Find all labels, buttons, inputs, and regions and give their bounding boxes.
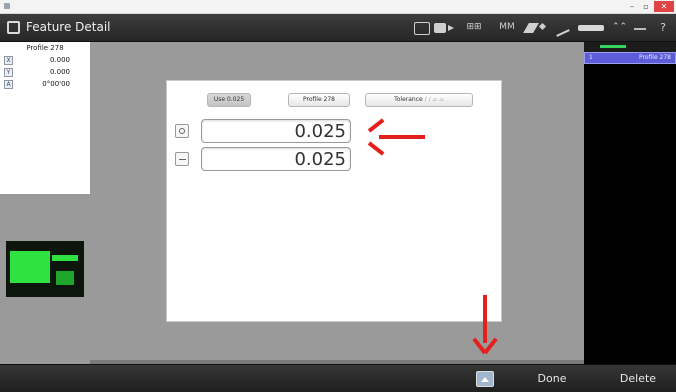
collapse-icon[interactable]: ⌃⌃ [612, 20, 627, 35]
probe-tip-icon[interactable] [538, 22, 547, 31]
status-indicator [600, 45, 626, 48]
axis-x-button[interactable]: X [4, 56, 13, 65]
readout-row-x: X 0.000 [4, 56, 88, 66]
feature-list-label: Profile 278 [638, 54, 671, 61]
tolerance-dialog: Use 0.025 Profile 278 Tolerance / / ⌓ ⌓ … [166, 80, 502, 322]
readout-row-angle: A 0°00'00 [4, 80, 88, 90]
tab-use-value[interactable]: Use 0.025 [207, 93, 251, 107]
done-button[interactable]: Done [524, 371, 580, 387]
feature-list-header [584, 42, 676, 52]
part-triangle [56, 271, 74, 285]
lower-tolerance-field[interactable]: 0.025 [201, 147, 351, 171]
annotation-arrow-left [367, 118, 425, 156]
axis-angle-button[interactable]: A [4, 80, 13, 89]
feature-name: Profile 278 [26, 44, 64, 52]
feature-list-item[interactable]: 1 Profile 278 [584, 52, 676, 64]
plus-tolerance-icon[interactable] [175, 124, 189, 138]
minus-tolerance-icon[interactable] [175, 152, 189, 166]
units-icon[interactable]: MM [498, 20, 516, 35]
delete-button[interactable]: Delete [606, 371, 670, 387]
part-thumbnail[interactable] [6, 241, 84, 297]
tab-tolerance-label: Tolerance [394, 96, 423, 103]
maximize-window-button[interactable]: ▫ [640, 1, 652, 12]
lower-tolerance-row: 0.025 [175, 147, 355, 171]
feature-list-panel: 1 Profile 278 [584, 42, 676, 364]
minimize-window-button[interactable]: – [626, 1, 638, 12]
help-icon[interactable]: ? [656, 20, 670, 35]
page-title: Feature Detail [26, 20, 111, 34]
readout-value-y: 0.000 [49, 68, 70, 76]
app-window: – ▫ ✕ Feature Detail ⊞⊞ MM ⌃⌃ ? Profile … [0, 0, 676, 392]
tab-feature[interactable]: Profile 278 [288, 93, 350, 107]
part-shape [10, 251, 50, 283]
wand-icon[interactable] [556, 29, 570, 37]
app-header: Feature Detail ⊞⊞ MM ⌃⌃ ? [0, 14, 676, 42]
app-system-icon [4, 3, 10, 9]
minimize-icon[interactable] [634, 28, 646, 30]
camera-icon[interactable] [434, 23, 446, 33]
upper-tolerance-field[interactable]: 0.025 [201, 119, 351, 143]
window-titlebar: – ▫ ✕ [0, 0, 676, 14]
tolerance-symbols: / / ⌓ ⌓ [424, 96, 444, 103]
home-icon[interactable] [414, 22, 430, 35]
tab-tolerance[interactable]: Tolerance / / ⌓ ⌓ [365, 93, 473, 107]
slider-icon[interactable] [578, 25, 604, 31]
close-window-button[interactable]: ✕ [654, 1, 674, 12]
camera-play-icon[interactable] [448, 25, 454, 31]
bottom-action-bar: Done Delete [0, 364, 676, 392]
camera-preview [0, 194, 90, 364]
readout-row-y: Y 0.000 [4, 68, 88, 78]
readout-value-x: 0.000 [49, 56, 70, 64]
probe-icon[interactable] [523, 23, 539, 33]
feature-list-index: 1 [589, 54, 593, 61]
part-slot [52, 255, 78, 261]
axis-y-button[interactable]: Y [4, 68, 13, 77]
readout-value-angle: 0°00'00 [42, 80, 70, 88]
chevron-up-icon [481, 377, 489, 382]
grid-icon[interactable]: ⊞⊞ [466, 20, 482, 35]
feature-app-icon [7, 21, 20, 34]
expand-button[interactable] [476, 371, 494, 387]
annotation-arrow-down [472, 295, 498, 355]
upper-tolerance-row: 0.025 [175, 119, 355, 143]
